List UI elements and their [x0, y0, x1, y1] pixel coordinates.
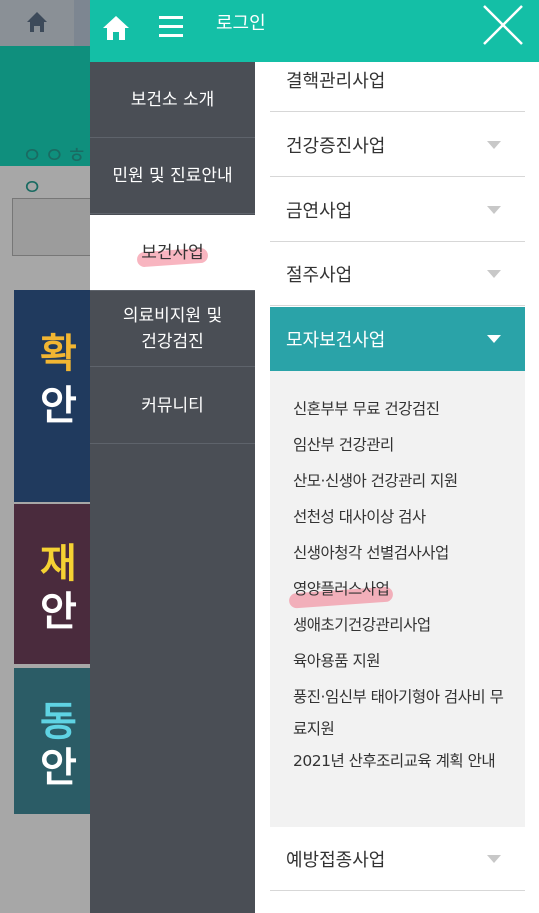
home-icon	[27, 12, 47, 32]
submenu-item[interactable]: 신생아청각 선별검사사업	[293, 537, 449, 569]
nav-item-label: 민원 및 진료안내	[112, 165, 233, 186]
nav-item-community[interactable]: 커뮤니티	[90, 368, 255, 444]
background-home-button	[0, 0, 74, 46]
home-button[interactable]	[102, 14, 130, 42]
menu-button[interactable]	[158, 14, 184, 40]
nav-item-maternal-child-health[interactable]: 모자보건사업	[270, 307, 525, 371]
submenu-item[interactable]: 임산부 건강관리	[293, 429, 394, 461]
nav-item-label: 보건소 소개	[130, 89, 215, 110]
secondary-nav: 결핵관리사업 건강증진사업 금연사업 절주사업 모자보건사업 신혼부부 무료 건…	[255, 62, 539, 913]
nav-item-label: 보건사업	[141, 240, 204, 266]
chevron-down-icon	[487, 206, 501, 214]
chevron-down-icon	[487, 335, 501, 343]
chevron-down-icon	[487, 855, 501, 863]
chevron-down-icon	[487, 141, 501, 149]
nav-item-label: 커뮤니티	[141, 395, 204, 416]
background-search-box	[12, 198, 102, 256]
submenu-item-label: 영양플러스사업	[293, 580, 390, 598]
nav-item-tuberculosis[interactable]: 결핵관리사업	[270, 48, 525, 112]
nav-item-health-center-intro[interactable]: 보건소 소개	[90, 62, 255, 138]
submenu-item-nutrition-plus[interactable]: 영양플러스사업	[293, 573, 390, 605]
nav-item-health-projects[interactable]: 보건사업	[90, 215, 255, 291]
close-button[interactable]	[482, 4, 524, 46]
login-link[interactable]: 로그인	[216, 10, 266, 38]
hamburger-icon	[159, 16, 183, 37]
nav-item-health-promotion[interactable]: 건강증진사업	[270, 113, 525, 177]
nav-item-civil-service[interactable]: 민원 및 진료안내	[90, 138, 255, 214]
submenu-item[interactable]: 2021년 산후조리교육 계획 안내	[293, 745, 515, 777]
submenu-item[interactable]: 생애초기건강관리사업	[293, 609, 431, 641]
nav-item-smoking-cessation[interactable]: 금연사업	[270, 178, 525, 242]
nav-item-moderate-drinking[interactable]: 절주사업	[270, 242, 525, 306]
submenu-item[interactable]: 육아용품 지원	[293, 645, 381, 677]
nav-item-label: 의료비지원 및 건강검진	[122, 305, 223, 352]
submenu-item[interactable]: 신혼부부 무료 건강검진	[293, 393, 440, 425]
home-icon	[103, 16, 129, 40]
primary-nav: 보건소 소개 민원 및 진료안내 보건사업 의료비지원 및 건강검진 커뮤니티	[90, 62, 255, 913]
maternal-child-submenu: 신혼부부 무료 건강검진 임산부 건강관리 산모·신생아 건강관리 지원 선천성…	[270, 371, 525, 827]
close-icon	[483, 5, 523, 45]
background-logo-bar: ㅇㅇㅎㅇ	[0, 46, 90, 201]
chevron-down-icon	[487, 270, 501, 278]
navigation-drawer: 로그인 보건소 소개 민원 및 진료안내 보건사업 의료비지원 및 건강검진 커…	[90, 0, 539, 913]
background-logo: ㅇㅇㅎㅇ	[22, 144, 89, 201]
submenu-item[interactable]: 선천성 대사이상 검사	[293, 501, 426, 533]
nav-item-medical-support[interactable]: 의료비지원 및 건강검진	[90, 291, 255, 367]
submenu-item[interactable]: 산모·신생아 건강관리 지원	[293, 465, 458, 497]
nav-item-vaccination[interactable]: 예방접종사업	[270, 827, 525, 891]
submenu-item[interactable]: 풍진·임신부 태아기형아 검사비 무료지원	[293, 681, 515, 745]
